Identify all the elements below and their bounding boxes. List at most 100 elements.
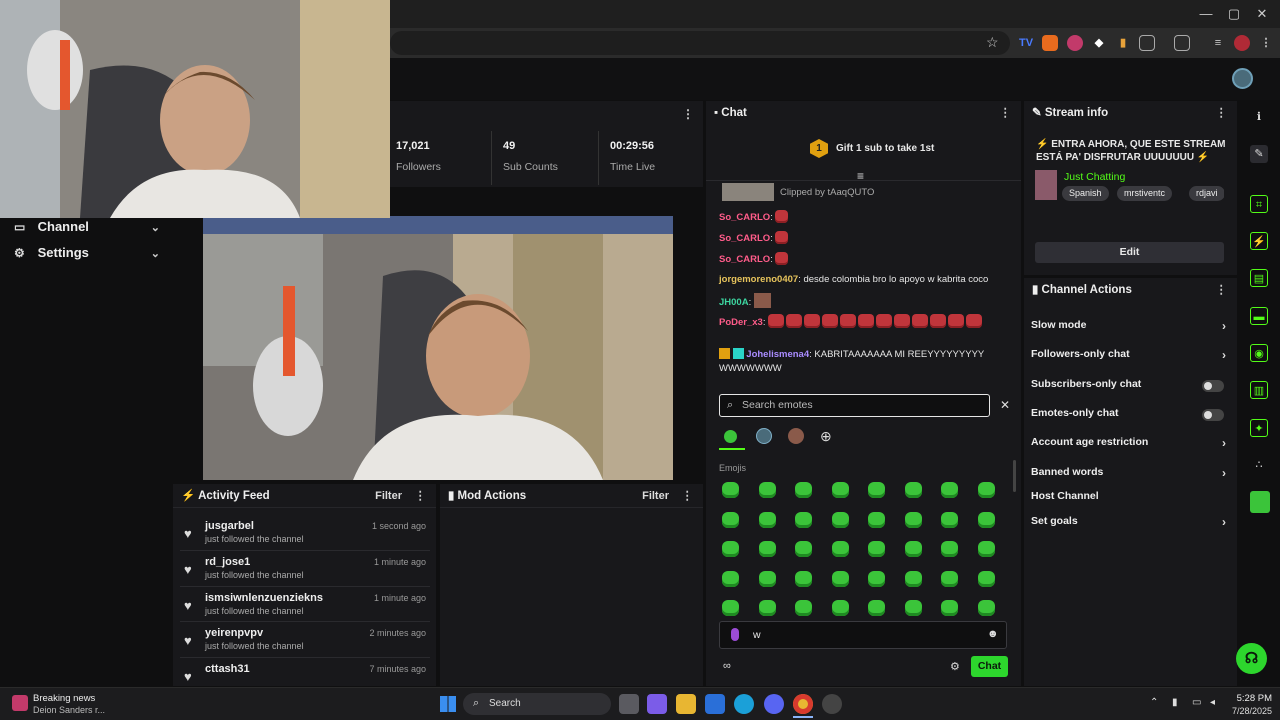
frog-emote-icon[interactable] — [977, 511, 995, 528]
user-emotes-tab-icon[interactable] — [788, 428, 804, 444]
profile-avatar-icon[interactable] — [1234, 35, 1250, 51]
windows-start-icon[interactable] — [440, 696, 456, 712]
task-view-icon[interactable] — [619, 694, 639, 714]
mod-menu-icon[interactable]: ⋮ — [682, 484, 694, 508]
tray-network-icon[interactable]: ▭ — [1192, 697, 1201, 708]
tag[interactable]: mrstiventc — [1117, 186, 1173, 201]
frog-emote-icon[interactable] — [904, 600, 922, 616]
frog-emote-icon[interactable] — [722, 482, 739, 498]
frog-emote-icon[interactable] — [795, 570, 812, 587]
frog-emote-icon[interactable] — [904, 570, 922, 587]
news-icon[interactable] — [12, 695, 28, 711]
frog-emote-icon[interactable] — [758, 570, 776, 587]
frog-emote-icon[interactable] — [722, 600, 739, 616]
broadcast-icon[interactable]: ◉ — [1250, 344, 1268, 362]
chat-input[interactable] — [719, 621, 1007, 649]
tray-chevron-icon[interactable]: ⌃ — [1150, 697, 1158, 708]
frog-emote-icon[interactable] — [831, 570, 849, 587]
stream-preview-video[interactable] — [203, 216, 673, 480]
clip-thumbnail[interactable] — [722, 183, 774, 201]
globe-icon[interactable]: ⊕ — [820, 428, 832, 445]
capture-icon[interactable]: ⌗ — [1250, 195, 1268, 213]
frog-emote-icon[interactable] — [977, 600, 995, 616]
clock-date[interactable]: 7/28/2025 — [1224, 706, 1272, 716]
bookmark-star-icon[interactable]: ☆ — [986, 34, 999, 51]
frog-emote-icon[interactable] — [868, 482, 885, 498]
reading-list-icon[interactable] — [1174, 35, 1190, 51]
user-avatar[interactable] — [1232, 68, 1253, 89]
frog-emote-icon[interactable] — [831, 482, 849, 498]
frog-emote-icon[interactable] — [758, 600, 776, 616]
chat-username[interactable]: So_CARLO — [719, 254, 770, 265]
chat-menu-icon[interactable]: ⋮ — [1000, 101, 1012, 125]
close-window-icon[interactable]: ✕ — [1252, 6, 1272, 22]
kick-dots-icon[interactable]: ∴ — [1250, 456, 1268, 474]
stream-info-menu-icon[interactable]: ⋮ — [1216, 101, 1228, 125]
activity-filter-button[interactable]: Filter — [375, 484, 402, 508]
minimize-icon[interactable]: — — [1196, 6, 1216, 22]
clock-time[interactable]: 5:28 PM — [1232, 693, 1272, 704]
frog-emote-icon[interactable] — [904, 482, 922, 498]
extension-profile-icon[interactable] — [1067, 35, 1083, 51]
chat-username[interactable]: So_CARLO — [719, 233, 770, 244]
action-host-channel[interactable]: Host Channel — [1031, 490, 1226, 508]
chat-username[interactable]: So_CARLO — [719, 212, 770, 223]
taskbar-search-input[interactable] — [463, 693, 611, 715]
emoji-tab-icon[interactable] — [724, 430, 737, 443]
gift-sub-banner[interactable]: Gift 1 sub to take 1st — [836, 143, 934, 154]
pencil-icon[interactable]: ✎ — [1250, 145, 1268, 163]
frog-emote-icon[interactable] — [868, 511, 885, 528]
edge-icon[interactable] — [734, 694, 754, 714]
frog-emote-icon[interactable] — [795, 511, 812, 528]
wrench-icon[interactable]: ✦ — [1250, 419, 1268, 437]
edit-stream-info-button[interactable]: Edit — [1035, 242, 1224, 263]
category-link[interactable]: Just Chatting — [1064, 171, 1125, 183]
browser-menu-icon[interactable]: ⋮ — [1258, 35, 1274, 51]
frog-emote-icon[interactable] — [904, 541, 922, 557]
green-app-icon[interactable] — [1250, 491, 1270, 513]
frog-emote-icon[interactable] — [941, 482, 958, 498]
frog-emote-icon[interactable] — [795, 600, 812, 616]
nav-settings[interactable]: ⚙ Settings ⌄ — [14, 245, 160, 265]
frog-emote-icon[interactable] — [941, 511, 958, 528]
frog-emote-icon[interactable] — [831, 511, 849, 528]
obs-icon[interactable] — [822, 694, 842, 714]
action-followers-only[interactable]: Followers-only chat › — [1031, 348, 1226, 366]
frog-emote-icon[interactable] — [758, 541, 776, 557]
extensions-puzzle-icon[interactable] — [1139, 35, 1155, 51]
frog-emote-icon[interactable] — [868, 541, 885, 557]
frog-emote-icon[interactable] — [977, 570, 995, 587]
action-slow-mode[interactable]: Slow mode › — [1031, 319, 1226, 337]
chat-username[interactable]: PoDer_x3 — [719, 317, 763, 328]
frog-emote-icon[interactable] — [831, 541, 849, 557]
extension-tv-icon[interactable]: TV — [1018, 35, 1034, 51]
frog-emote-icon[interactable] — [941, 541, 958, 557]
channel-emotes-tab-icon[interactable] — [756, 428, 772, 444]
frog-emote-icon[interactable] — [941, 600, 958, 616]
kick-dots-icon[interactable]: ∞ — [723, 660, 731, 672]
document-icon[interactable]: ▤ — [1250, 269, 1268, 287]
copilot-icon[interactable] — [647, 694, 667, 714]
layout-icon[interactable]: ▥ — [1250, 381, 1268, 399]
frog-emote-icon[interactable] — [722, 511, 739, 528]
tray-volume-icon[interactable]: ◂ — [1210, 697, 1215, 708]
emote-search-input[interactable]: Search emotes — [719, 394, 990, 417]
tray-mic-icon[interactable]: ▮ — [1172, 697, 1178, 708]
action-set-goals[interactable]: Set goals › — [1031, 515, 1226, 533]
stats-menu-icon[interactable]: ⋮ — [682, 107, 694, 121]
chat-username[interactable]: JH00A — [719, 297, 749, 308]
extension-bag-icon[interactable]: ▮ — [1115, 35, 1131, 51]
chat-settings-gear-icon[interactable]: ⚙ — [950, 660, 960, 673]
extension-orange-icon[interactable] — [1042, 35, 1058, 51]
chat-username[interactable]: Johelismena4 — [746, 349, 809, 360]
mod-filter-button[interactable]: Filter — [642, 484, 669, 508]
frog-emote-icon[interactable] — [795, 482, 812, 498]
frog-emote-icon[interactable] — [904, 511, 922, 528]
action-banned-words[interactable]: Banned words › — [1031, 466, 1226, 484]
bolt-icon[interactable]: ⚡ — [1250, 232, 1268, 250]
extension-diamond-icon[interactable]: ◆ — [1091, 35, 1107, 51]
subscribers-only-toggle[interactable] — [1202, 380, 1224, 392]
frog-emote-icon[interactable] — [795, 541, 812, 557]
discord-icon[interactable] — [764, 694, 784, 714]
frog-emote-icon[interactable] — [831, 600, 849, 616]
